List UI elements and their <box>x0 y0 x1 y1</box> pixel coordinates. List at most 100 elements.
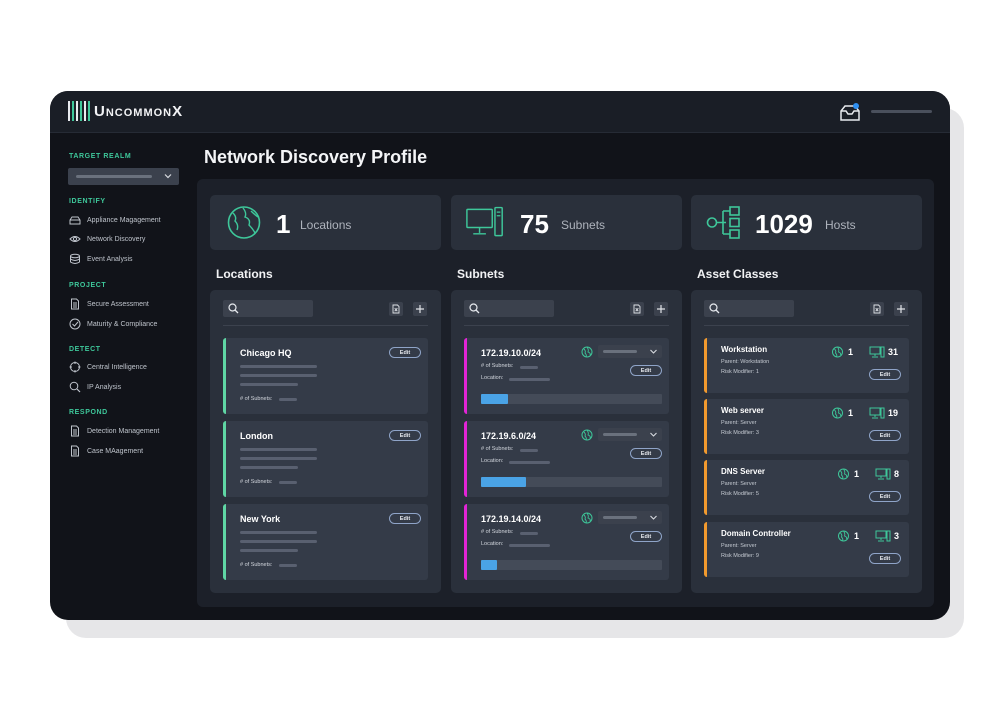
search-input[interactable] <box>223 300 313 317</box>
computer-icon <box>875 468 891 480</box>
section-respond: RESPOND <box>69 409 108 416</box>
sidebar-item-case-management[interactable]: Case MAagement <box>69 445 143 457</box>
export-button[interactable] <box>870 302 884 316</box>
sidebar-item-secure-assessment[interactable]: Secure Assessment <box>69 298 149 310</box>
subnet-cidr: 172.19.10.0/24 <box>481 348 542 358</box>
toolbar-divider <box>464 325 669 326</box>
computer-icon <box>466 206 503 237</box>
asset-risk-modifier: Risk Modifier: 1 <box>721 369 759 375</box>
stat-locations[interactable]: 1 Locations <box>210 195 441 250</box>
sidebar-item-label: Detection Management <box>87 427 160 435</box>
sidebar-item-label: Case MAagement <box>87 447 144 455</box>
asset-class-card[interactable]: Domain Controller Parent: Server Risk Mo… <box>704 522 909 577</box>
add-button[interactable] <box>894 302 908 316</box>
sidebar-item-maturity-compliance[interactable]: Maturity & Compliance <box>69 318 157 330</box>
sidebar-item-ip-analysis[interactable]: IP Analysis <box>69 381 121 393</box>
location-select[interactable] <box>598 345 662 358</box>
target-realm-label: TARGET REALM <box>69 153 132 160</box>
edit-button[interactable]: Edit <box>389 347 421 358</box>
computer-icon <box>869 346 885 358</box>
asset-class-name: Domain Controller <box>721 529 791 538</box>
asset-parent: Parent: Server <box>721 543 757 549</box>
appliance-icon <box>69 216 81 225</box>
stat-hosts[interactable]: 1029 Hosts <box>691 195 922 250</box>
subnets-label: # of Subnets: <box>481 446 514 452</box>
edit-button[interactable]: Edit <box>389 513 421 524</box>
location-card[interactable]: New York Edit # of Subnets: <box>223 504 428 580</box>
asset-location-count: 1 <box>848 347 854 357</box>
asset-class-name: Workstation <box>721 345 768 354</box>
stat-value: 1029 <box>755 209 813 239</box>
export-button[interactable] <box>630 302 644 316</box>
subnets-label: # of Subnets: <box>481 529 514 535</box>
brand-logo[interactable]: UncommonX <box>68 101 183 121</box>
subnet-card[interactable]: 172.19.10.0/24 Edit # of Subnets: Locati… <box>464 338 669 414</box>
globe-icon <box>832 407 843 419</box>
edit-button[interactable]: Edit <box>630 365 662 376</box>
edit-button[interactable]: Edit <box>869 491 901 502</box>
brand-name: UncommonX <box>94 102 184 120</box>
search-input[interactable] <box>464 300 554 317</box>
edit-button[interactable]: Edit <box>389 430 421 441</box>
edit-button[interactable]: Edit <box>630 531 662 542</box>
plus-icon <box>897 305 905 313</box>
subnet-card[interactable]: 172.19.6.0/24 Edit # of Subnets: Locatio… <box>464 421 669 497</box>
asset-class-card[interactable]: Web server Parent: Server Risk Modifier:… <box>704 399 909 454</box>
stat-subnets[interactable]: 75 Subnets <box>451 195 682 250</box>
chevron-down-icon <box>650 349 657 354</box>
edit-button[interactable]: Edit <box>869 369 901 380</box>
sidebar-item-label: Central Intelligence <box>87 363 147 371</box>
asset-class-name: Web server <box>721 406 764 415</box>
sidebar-item-central-intelligence[interactable]: Central Intelligence <box>69 361 147 373</box>
globe-icon <box>832 346 843 358</box>
database-icon <box>70 253 80 264</box>
sidebar-item-appliance-management[interactable]: Appliance Magagement <box>69 214 161 226</box>
sidebar-item-event-analysis[interactable]: Event Analysis <box>69 253 133 265</box>
edit-button[interactable]: Edit <box>630 448 662 459</box>
location-card[interactable]: London Edit # of Subnets: <box>223 421 428 497</box>
target-realm-select[interactable] <box>68 168 179 185</box>
user-name-placeholder[interactable] <box>871 110 932 113</box>
location-card[interactable]: Chicago HQ Edit # of Subnets: <box>223 338 428 414</box>
eye-icon <box>69 236 81 242</box>
search-input[interactable] <box>704 300 794 317</box>
globe-icon <box>227 206 261 239</box>
crosshair-icon <box>69 361 81 373</box>
excel-file-icon <box>392 304 400 314</box>
subnet-cidr: 172.19.14.0/24 <box>481 514 542 524</box>
export-button[interactable] <box>389 302 403 316</box>
asset-host-count: 3 <box>894 531 900 541</box>
asset-class-name: DNS Server <box>721 467 766 476</box>
asset-classes-panel: Workstation Parent: Workstation Risk Mod… <box>691 290 922 593</box>
asset-location-count: 1 <box>854 531 860 541</box>
stat-value: 75 <box>520 209 549 239</box>
edit-button[interactable]: Edit <box>869 430 901 441</box>
subnet-progress <box>481 394 662 404</box>
asset-risk-modifier: Risk Modifier: 9 <box>721 553 759 559</box>
asset-location-count: 1 <box>854 469 860 479</box>
document-icon <box>71 445 79 457</box>
computer-icon <box>869 407 885 419</box>
asset-class-card[interactable]: Workstation Parent: Workstation Risk Mod… <box>704 338 909 393</box>
subnet-progress <box>481 477 662 487</box>
subnets-label: # of Subnets: <box>240 479 273 485</box>
location-select[interactable] <box>598 511 662 524</box>
add-button[interactable] <box>413 302 427 316</box>
asset-class-card[interactable]: DNS Server Parent: Server Risk Modifier:… <box>704 460 909 515</box>
sidebar-item-detection-management[interactable]: Detection Management <box>69 425 159 437</box>
location-label: Location: <box>481 541 504 547</box>
plus-icon <box>657 305 665 313</box>
location-select[interactable] <box>598 428 662 441</box>
chevron-down-icon <box>650 515 657 520</box>
asset-host-count: 31 <box>888 347 899 357</box>
subnet-card[interactable]: 172.19.14.0/24 Edit # of Subnets: Locati… <box>464 504 669 580</box>
document-icon <box>71 298 79 310</box>
globe-icon <box>581 346 593 358</box>
asset-parent: Parent: Server <box>721 420 757 426</box>
inbox-icon[interactable] <box>839 103 861 121</box>
add-button[interactable] <box>654 302 668 316</box>
chevron-down-icon <box>650 432 657 437</box>
asset-risk-modifier: Risk Modifier: 3 <box>721 430 759 436</box>
sidebar-item-network-discovery[interactable]: Network Discovery <box>69 233 145 245</box>
edit-button[interactable]: Edit <box>869 553 901 564</box>
